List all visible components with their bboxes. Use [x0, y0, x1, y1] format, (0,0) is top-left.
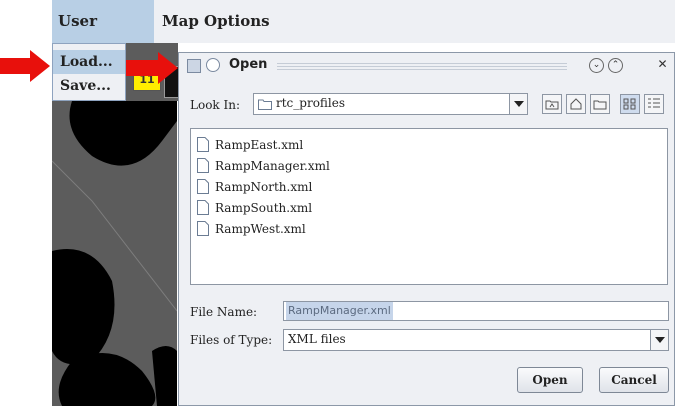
- arrow-pointer-load-icon: [0, 50, 50, 82]
- user-profile-dropdown: Load... Save...: [52, 43, 126, 101]
- up-folder-button[interactable]: [542, 94, 562, 114]
- file-name: RampSouth.xml: [215, 201, 313, 215]
- file-icon: [197, 179, 209, 194]
- arrow-pointer-dialog-icon: [126, 52, 178, 84]
- files-of-type-label: Files of Type:: [190, 333, 273, 347]
- file-name-value: RampManager.xml: [286, 302, 393, 320]
- titlebar-grip: [277, 63, 567, 70]
- file-icon: [197, 158, 209, 173]
- list-view-button[interactable]: [620, 94, 640, 114]
- details-view-button[interactable]: [644, 94, 664, 114]
- file-name-input[interactable]: RampManager.xml: [283, 301, 669, 321]
- look-in-value: rtc_profiles: [276, 96, 346, 110]
- new-folder-button[interactable]: [590, 94, 610, 114]
- maximize-icon[interactable]: ⌃: [608, 58, 623, 73]
- folder-icon: [258, 99, 272, 110]
- menu-map-options[interactable]: Map Options: [162, 0, 302, 43]
- file-name: RampNorth.xml: [215, 180, 313, 194]
- file-icon: [197, 200, 209, 215]
- file-name: RampEast.xml: [215, 138, 304, 152]
- cancel-button[interactable]: Cancel: [599, 367, 669, 393]
- minimize-icon[interactable]: ⌄: [589, 58, 604, 73]
- menu-map-options-label: Map Options: [162, 12, 270, 30]
- window-icon: [187, 59, 201, 73]
- map-canvas[interactable]: [52, 101, 177, 406]
- map-shapes: [52, 101, 177, 406]
- file-icon: [197, 137, 209, 152]
- open-button[interactable]: Open: [517, 367, 583, 393]
- file-icon: [197, 221, 209, 236]
- file-name: RampManager.xml: [215, 159, 330, 173]
- menu-user-profile[interactable]: User Profile: [52, 0, 154, 73]
- look-in-combo[interactable]: rtc_profiles: [253, 93, 528, 115]
- file-name: RampWest.xml: [215, 222, 306, 236]
- files-of-type-dropdown-icon[interactable]: [650, 330, 668, 350]
- files-of-type-value: XML files: [288, 332, 346, 346]
- open-dialog: Open ⌄ ⌃ ✕ Look In: rtc_profiles RampEas…: [178, 52, 675, 406]
- dialog-title: Open: [229, 57, 268, 72]
- look-in-dropdown-icon[interactable]: [509, 94, 527, 114]
- window-menu-icon[interactable]: [206, 58, 220, 72]
- home-button[interactable]: [566, 94, 586, 114]
- file-list[interactable]: RampEast.xml RampManager.xml RampNorth.x…: [190, 128, 668, 285]
- menubar: User Profile Map Options: [52, 0, 675, 73]
- file-name-label: File Name:: [190, 305, 258, 319]
- look-in-label: Look In:: [190, 98, 241, 112]
- menu-item-load[interactable]: Load...: [53, 50, 125, 74]
- files-of-type-combo[interactable]: XML files: [283, 329, 669, 351]
- menu-item-save[interactable]: Save...: [53, 74, 125, 98]
- close-icon[interactable]: ✕: [655, 58, 670, 73]
- dialog-titlebar[interactable]: Open ⌄ ⌃ ✕: [179, 53, 674, 79]
